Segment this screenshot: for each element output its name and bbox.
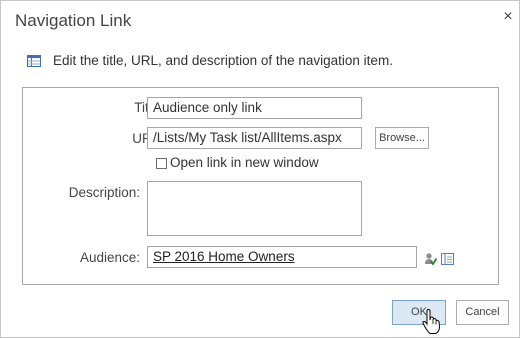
open-new-window-label: Open link in new window [170, 155, 319, 170]
cancel-button[interactable]: Cancel [456, 300, 509, 325]
form-panel: Title: Audience only link URL: /Lists/My… [22, 87, 499, 285]
description-label: Description: [68, 185, 140, 200]
open-new-window-checkbox[interactable] [156, 158, 167, 169]
close-icon[interactable]: × [498, 7, 518, 27]
list-icon [27, 55, 41, 67]
url-label: URL: [43, 131, 163, 146]
url-input[interactable]: /Lists/My Task list/AllItems.aspx [147, 127, 362, 149]
info-text: Edit the title, URL, and description of … [53, 53, 393, 68]
audience-people-picker[interactable]: SP 2016 Home Owners [147, 246, 417, 268]
check-names-icon[interactable] [424, 252, 437, 266]
title-label: Title: [43, 100, 163, 115]
address-book-icon[interactable] [441, 253, 454, 265]
audience-entity: SP 2016 Home Owners [153, 249, 295, 264]
hand-pointer-icon [422, 309, 441, 334]
browse-button[interactable]: Browse... [375, 127, 429, 149]
description-textarea[interactable] [147, 181, 362, 236]
navigation-link-dialog: Navigation Link × Edit the title, URL, a… [0, 0, 520, 338]
title-input[interactable]: Audience only link [147, 97, 362, 119]
dialog-title: Navigation Link [15, 11, 132, 30]
audience-label: Audience: [79, 250, 140, 265]
